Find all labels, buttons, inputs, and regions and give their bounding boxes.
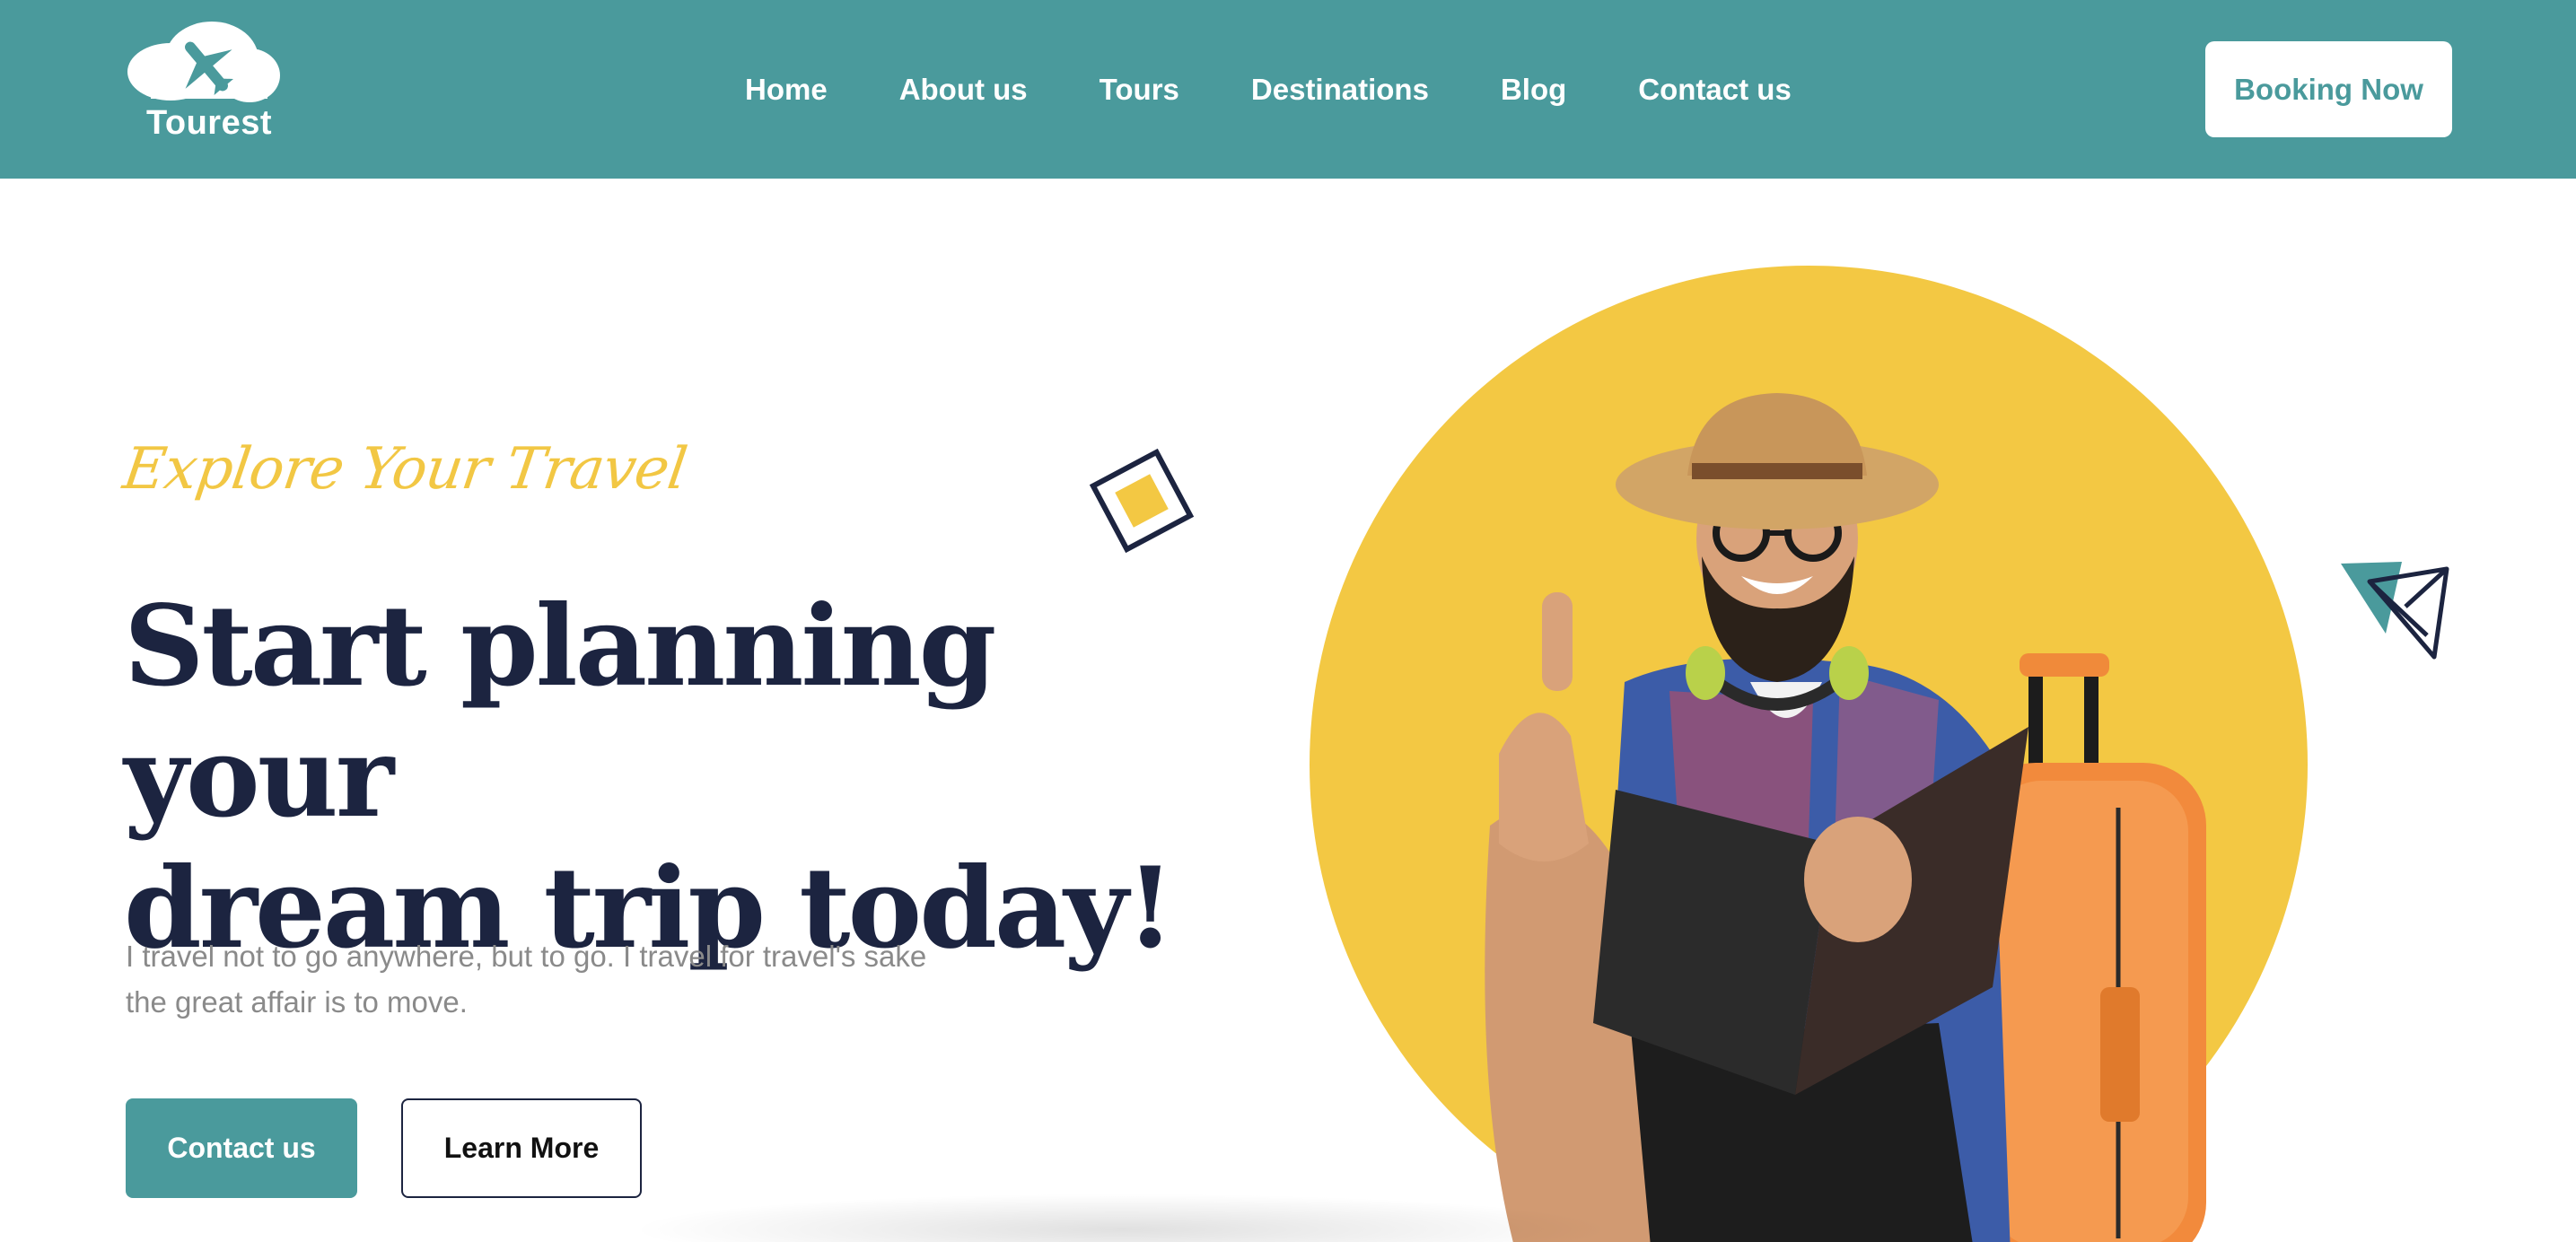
nav-item-home[interactable]: Home xyxy=(745,73,828,107)
nav-item-blog[interactable]: Blog xyxy=(1501,73,1566,107)
traveler-photo xyxy=(1485,393,2206,1242)
booking-now-button[interactable]: Booking Now xyxy=(2205,41,2452,137)
section-shadow xyxy=(628,1194,1616,1242)
nav-item-destinations[interactable]: Destinations xyxy=(1251,73,1429,107)
nav-item-contact-us[interactable]: Contact us xyxy=(1638,73,1792,107)
brand-logo[interactable]: Tourest xyxy=(124,20,285,154)
hero-description-line-1: I travel not to go anywhere, but to go. … xyxy=(126,940,927,973)
hero-description-line-2: the great affair is to move. xyxy=(126,985,468,1019)
top-navbar: Tourest Home About us Tours Destinations… xyxy=(0,0,2576,179)
learn-more-button[interactable]: Learn More xyxy=(401,1098,642,1198)
diamond-square-icon xyxy=(1089,448,1195,554)
hero-tagline: Explore Your Travel xyxy=(118,436,691,503)
contact-us-button[interactable]: Contact us xyxy=(126,1098,357,1198)
hero-headline-line-1: Start planning your xyxy=(124,582,996,843)
hero-description: I travel not to go anywhere, but to go. … xyxy=(126,933,987,1025)
nav-item-about-us[interactable]: About us xyxy=(899,73,1028,107)
brand-name: Tourest xyxy=(145,104,273,142)
hero-headline: Start planning your dream trip today! xyxy=(124,582,1237,975)
nav-item-tours[interactable]: Tours xyxy=(1100,73,1179,107)
main-nav: Home About us Tours Destinations Blog Co… xyxy=(745,0,1792,179)
